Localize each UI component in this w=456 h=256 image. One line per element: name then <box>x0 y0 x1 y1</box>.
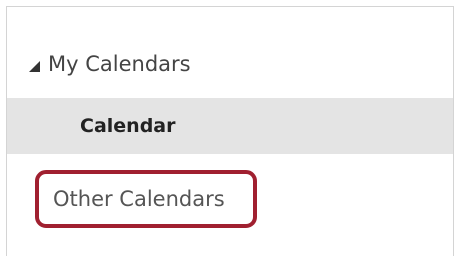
expanded-triangle-icon[interactable] <box>29 60 40 72</box>
my-calendars-label: My Calendars <box>48 52 191 76</box>
calendar-sidebar-panel: My Calendars Calendar Other Calendars <box>6 6 454 256</box>
calendar-list-item[interactable]: Calendar <box>7 98 453 154</box>
calendar-item-label: Calendar <box>80 115 176 137</box>
other-calendars-group[interactable]: Other Calendars <box>35 170 257 228</box>
other-calendars-label: Other Calendars <box>53 187 225 211</box>
my-calendars-group-header[interactable]: My Calendars <box>29 47 191 81</box>
